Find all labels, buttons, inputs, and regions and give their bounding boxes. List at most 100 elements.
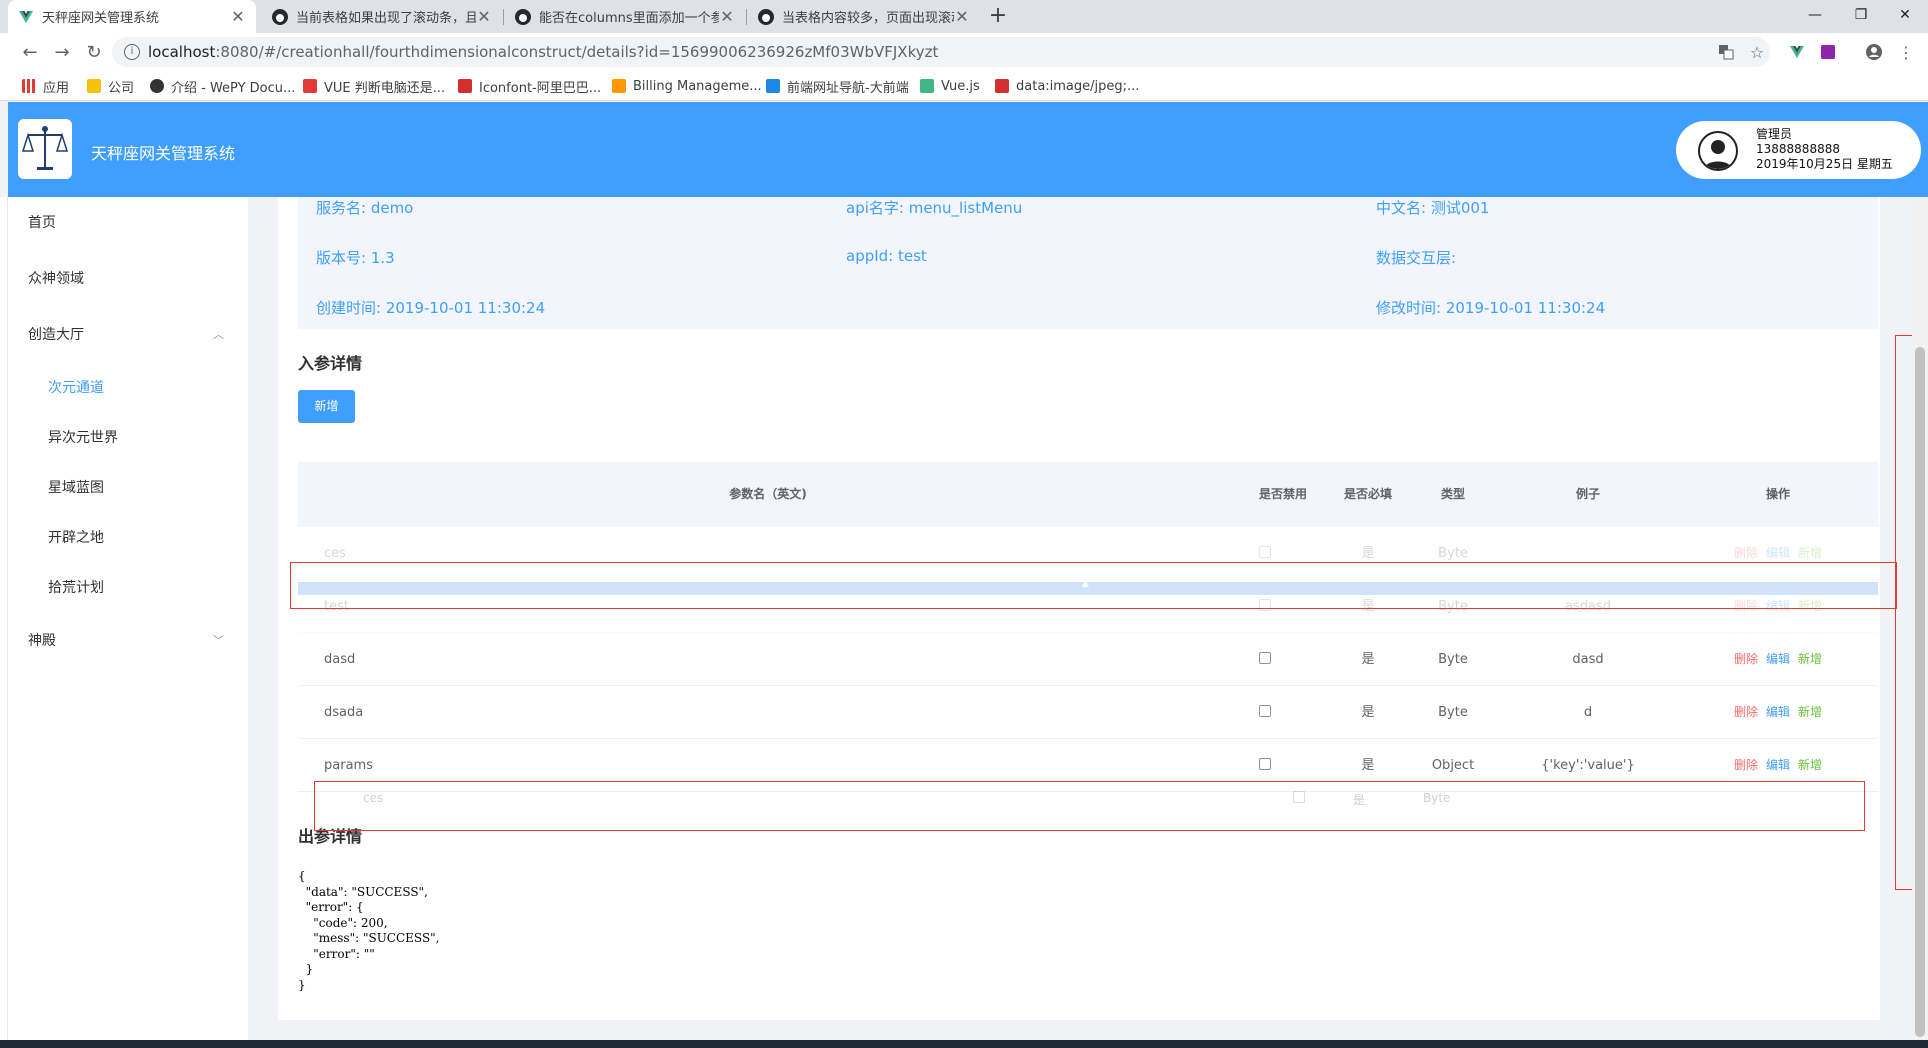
sidebar-item-other-world[interactable]: 异次元世界 xyxy=(8,412,248,462)
disabled-checkbox[interactable] xyxy=(1259,652,1271,664)
chevron-up-icon: ︿ xyxy=(213,328,224,341)
col-disabled: 是否禁用 xyxy=(1258,487,1307,501)
close-icon[interactable]: ✕ xyxy=(719,7,735,26)
delete-link[interactable]: 删除 xyxy=(1734,686,1758,739)
site-icon xyxy=(303,79,317,93)
page-scrollbar[interactable] xyxy=(1912,197,1928,1040)
sidebar-item-creation-hall[interactable]: 创造大厅 ︿ xyxy=(8,309,248,359)
app-id: appId: test xyxy=(846,247,927,265)
bookmark-item[interactable]: VUE 判断电脑还是... xyxy=(303,77,445,96)
bookmark-item[interactable]: 介绍 - WePY Docu... xyxy=(150,77,296,96)
bookmark-item[interactable]: data:image/jpeg;... xyxy=(995,77,1139,95)
disabled-checkbox[interactable] xyxy=(1259,546,1271,558)
bookmark-item[interactable]: Vue.js xyxy=(920,77,980,95)
cell-actions: 删除 编辑 新增 xyxy=(1678,686,1878,739)
user-phone: 13888888888 xyxy=(1756,142,1840,156)
edit-link[interactable]: 编辑 xyxy=(1766,686,1790,739)
info-icon[interactable]: i xyxy=(124,44,140,60)
table-row[interactable]: dsada 是 Byte d 删除 编辑 新增 xyxy=(298,686,1878,739)
bookmark-label: data:image/jpeg;... xyxy=(1016,78,1140,94)
close-icon[interactable]: ✕ xyxy=(954,7,970,26)
chevron-down-icon: ﹀ xyxy=(213,634,224,647)
bookmark-label: 介绍 - WePY Docu... xyxy=(171,80,296,96)
bookmark-label: 应用 xyxy=(43,80,70,96)
disabled-checkbox[interactable] xyxy=(1259,705,1271,717)
sidebar-item-label: 星域蓝图 xyxy=(48,480,104,496)
annotation-box xyxy=(314,781,1865,831)
tab-separator xyxy=(503,9,504,25)
cell-type: Byte xyxy=(1438,705,1468,720)
bookmark-folder[interactable]: 公司 xyxy=(87,77,134,96)
api-name: api名字: menu_listMenu xyxy=(846,199,1023,217)
add-child-link[interactable]: 新增 xyxy=(1798,633,1822,686)
url-text: localhost:8080/#/creationhall/fourthdime… xyxy=(148,43,938,61)
bookmark-item[interactable]: 前端网址导航-大前端 xyxy=(766,77,909,96)
app-header: 天秤座网关管理系统 管理员 13888888888 2019年10月25日 星期… xyxy=(8,102,1928,197)
address-bar[interactable]: i localhost:8080/#/creationhall/fourthdi… xyxy=(112,37,1770,67)
delete-link[interactable]: 删除 xyxy=(1734,633,1758,686)
maximize-button[interactable]: ❐ xyxy=(1838,0,1884,30)
col-type: 类型 xyxy=(1440,487,1465,501)
user-role: 管理员 xyxy=(1756,127,1793,141)
sidebar-item-label: 次元通道 xyxy=(48,380,104,396)
vue-icon xyxy=(18,9,34,25)
bookmark-label: 前端网址导航-大前端 xyxy=(787,80,909,96)
translate-icon[interactable] xyxy=(1716,42,1736,62)
back-button[interactable]: ← xyxy=(18,40,42,64)
service-name: 服务名: demo xyxy=(316,199,414,217)
modified-time: 修改时间: 2019-10-01 11:30:24 xyxy=(1376,299,1606,317)
profile-icon[interactable] xyxy=(1864,42,1884,62)
bookmark-item[interactable]: Billing Manageme... xyxy=(612,77,762,95)
sidebar-item-star-blueprint[interactable]: 星域蓝图 xyxy=(8,462,248,512)
sidebar-item-home[interactable]: 首页 xyxy=(8,197,248,247)
reload-button[interactable]: ↻ xyxy=(82,40,106,64)
tab-title: 天秤座网关管理系统 xyxy=(42,11,160,26)
close-icon[interactable]: ✕ xyxy=(476,7,492,26)
cell-example: d xyxy=(1583,705,1593,720)
window-left-edge xyxy=(0,197,8,1040)
vue-devtools-icon[interactable] xyxy=(1787,42,1807,62)
scrollbar-thumb[interactable] xyxy=(1915,347,1925,1037)
edit-link[interactable]: 编辑 xyxy=(1766,633,1790,686)
browser-tab[interactable]: 当表格内容较多，页面出现滚动 ✕ xyxy=(748,0,980,33)
app-title: 天秤座网关管理系统 xyxy=(91,144,236,163)
sidebar-item-gods-domain[interactable]: 众神领域 xyxy=(8,253,248,303)
vue-icon xyxy=(920,79,934,93)
user-info: 管理员 13888888888 2019年10月25日 星期五 xyxy=(1756,127,1893,172)
browser-tab[interactable]: 能否在columns里面添加一个参 ✕ xyxy=(505,0,745,33)
globe-icon xyxy=(150,79,164,93)
forward-button[interactable]: → xyxy=(50,40,74,64)
bookmark-label: Billing Manageme... xyxy=(633,78,762,94)
github-icon xyxy=(758,8,774,25)
sidebar-item-open-land[interactable]: 开辟之地 xyxy=(8,512,248,562)
version: 版本号: 1.3 xyxy=(316,249,395,267)
user-card[interactable]: 管理员 13888888888 2019年10月25日 星期五 xyxy=(1676,121,1921,179)
bookmark-label: Iconfont-阿里巴巴... xyxy=(479,80,602,96)
bookmark-item[interactable]: Iconfont-阿里巴巴... xyxy=(458,77,602,96)
site-icon xyxy=(766,79,780,93)
close-window-button[interactable]: ✕ xyxy=(1882,0,1928,30)
add-child-link[interactable]: 新增 xyxy=(1798,686,1822,739)
sidebar-item-temple[interactable]: 神殿 ﹀ xyxy=(8,615,248,665)
csdn-icon xyxy=(995,79,1009,93)
sidebar-item-label: 异次元世界 xyxy=(48,430,118,446)
tab-title: 能否在columns里面添加一个参 xyxy=(539,11,719,26)
extension-icon[interactable] xyxy=(1818,42,1838,62)
menu-kebab-icon[interactable]: ⋮ xyxy=(1896,42,1916,62)
minimize-button[interactable]: — xyxy=(1792,0,1838,30)
sidebar-item-dimension-channel[interactable]: 次元通道 xyxy=(8,362,248,412)
table-row[interactable]: dasd 是 Byte dasd 删除 编辑 新增 xyxy=(298,633,1878,686)
browser-tab-active[interactable]: 天秤座网关管理系统 ✕ xyxy=(8,0,256,33)
new-tab-button[interactable]: + xyxy=(985,4,1011,30)
browser-tab[interactable]: 当前表格如果出现了滚动条，且 ✕ xyxy=(262,0,502,33)
bookmark-star-icon[interactable]: ☆ xyxy=(1747,42,1767,62)
cell-name: dasd xyxy=(324,652,356,667)
col-example: 例子 xyxy=(1575,487,1600,501)
cell-required: 是 xyxy=(1361,652,1375,667)
sidebar-item-label: 神殿 xyxy=(28,633,56,649)
close-icon[interactable]: ✕ xyxy=(230,7,246,26)
sidebar-item-scavenge-plan[interactable]: 拾荒计划 xyxy=(8,562,248,612)
bookmark-apps[interactable]: 应用 xyxy=(22,77,70,96)
add-param-button[interactable]: 新增 xyxy=(298,390,355,423)
disabled-checkbox[interactable] xyxy=(1259,758,1271,770)
